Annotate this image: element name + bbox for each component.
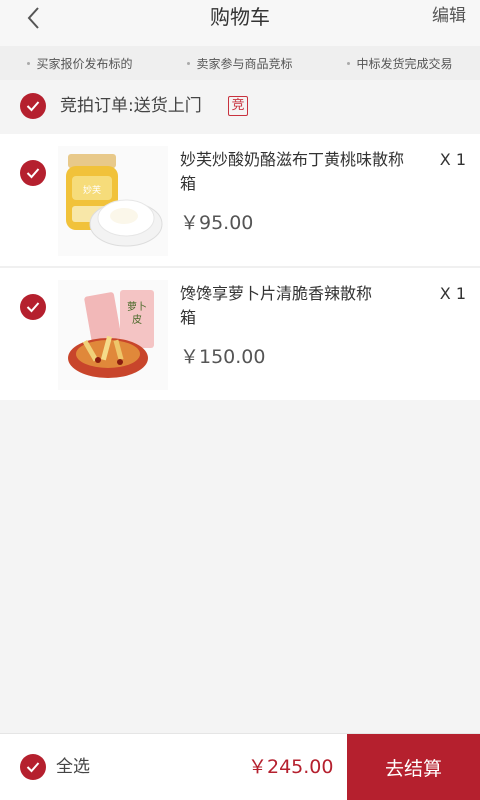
svg-text:妙芙: 妙芙 bbox=[83, 184, 101, 196]
step-label: 买家报价发布标的 bbox=[36, 56, 133, 71]
select-all-label[interactable]: 全选 bbox=[56, 755, 90, 779]
step-label: 卖家参与商品竞标 bbox=[196, 56, 293, 71]
item-name-text: 馋馋享萝卜片清脆香辣散称 bbox=[180, 284, 373, 303]
cart-item[interactable]: 妙芙 妙芙炒酸奶酪滋布丁黄桃味散称 箱 X 1 ￥95.00 bbox=[0, 134, 480, 266]
page-title: 购物车 bbox=[210, 5, 270, 29]
step-item: 中标发货完成交易 bbox=[320, 55, 480, 72]
process-steps-bar: 买家报价发布标的 卖家参与商品竞标 中标发货完成交易 bbox=[0, 46, 480, 80]
check-icon bbox=[26, 168, 40, 179]
item-checkbox[interactable] bbox=[20, 294, 46, 320]
auction-badge: 竞 bbox=[228, 96, 248, 116]
item-name-text: 妙芙炒酸奶酪滋布丁黄桃味散称 bbox=[180, 150, 405, 169]
total-price: ￥245.00 bbox=[248, 756, 334, 778]
step-item: 买家报价发布标的 bbox=[0, 55, 160, 72]
item-quantity: X 1 bbox=[439, 284, 466, 303]
bullet-dot-icon bbox=[187, 61, 191, 65]
yogurt-pudding-product-image[interactable]: 妙芙 bbox=[58, 146, 168, 256]
item-unit: 箱 bbox=[180, 308, 197, 327]
svg-text:皮: 皮 bbox=[132, 313, 142, 326]
item-price: ￥150.00 bbox=[180, 346, 266, 368]
group-checkbox[interactable] bbox=[20, 93, 46, 119]
order-group-header: 竞拍订单:送货上门 竞 bbox=[0, 80, 480, 132]
bullet-dot-icon bbox=[27, 61, 31, 65]
top-nav-bar: 购物车 编辑 bbox=[0, 0, 480, 46]
svg-text:萝卜: 萝卜 bbox=[127, 301, 147, 313]
edit-button[interactable]: 编辑 bbox=[432, 5, 466, 27]
check-icon bbox=[26, 101, 40, 112]
select-all-checkbox[interactable] bbox=[20, 754, 46, 780]
step-item: 卖家参与商品竞标 bbox=[160, 55, 320, 72]
item-unit: 箱 bbox=[180, 174, 197, 193]
item-name[interactable]: 馋馋享萝卜片清脆香辣散称 箱 bbox=[180, 282, 442, 330]
order-group-label: 竞拍订单:送货上门 bbox=[60, 96, 202, 116]
spicy-radish-product-image[interactable]: 萝卜 皮 bbox=[58, 280, 168, 390]
checkout-bar: 全选 ￥245.00 去结算 bbox=[0, 733, 480, 800]
check-icon bbox=[26, 302, 40, 313]
check-icon bbox=[26, 762, 40, 773]
item-quantity: X 1 bbox=[439, 150, 466, 169]
bullet-dot-icon bbox=[347, 61, 351, 65]
cart-item[interactable]: 萝卜 皮 馋馋享萝卜片清脆香辣散称 箱 X 1 ￥150.00 bbox=[0, 268, 480, 400]
item-name[interactable]: 妙芙炒酸奶酪滋布丁黄桃味散称 箱 bbox=[180, 148, 442, 196]
item-price: ￥95.00 bbox=[180, 212, 254, 234]
step-label: 中标发货完成交易 bbox=[356, 56, 453, 71]
item-checkbox[interactable] bbox=[20, 160, 46, 186]
checkout-button[interactable]: 去结算 bbox=[347, 734, 480, 800]
